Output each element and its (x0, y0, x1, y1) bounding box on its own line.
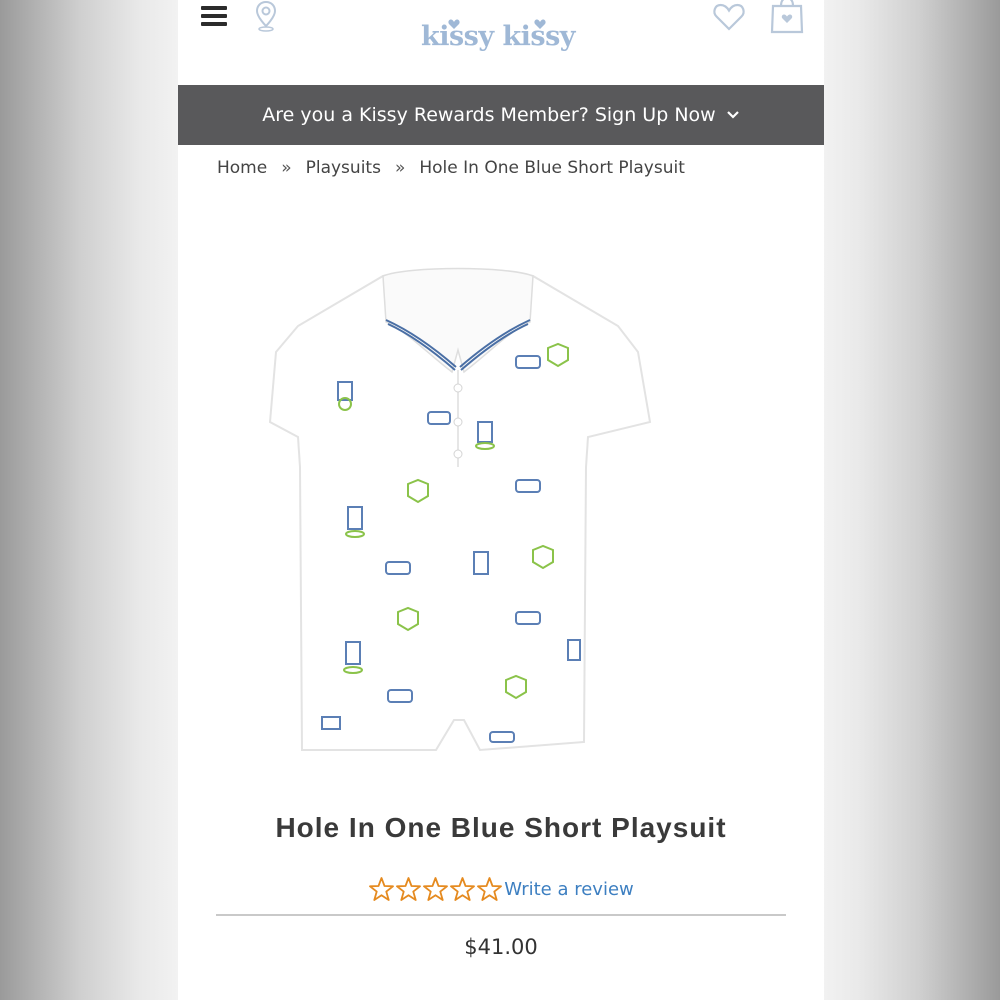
breadcrumb-current: Hole In One Blue Short Playsuit (419, 158, 685, 178)
chevron-down-icon (726, 111, 739, 119)
rating-row: Write a review (178, 876, 824, 902)
rewards-banner-text: Are you a Kissy Rewards Member? Sign Up … (262, 104, 716, 126)
product-title: Hole In One Blue Short Playsuit (275, 812, 727, 843)
star-outline-icon (450, 877, 476, 901)
mobile-page: kissy kissy Are you a Kissy Rewards Memb… (178, 0, 824, 1000)
star-outline-icon (396, 877, 422, 901)
product-price: $41.00 (464, 935, 538, 959)
breadcrumb-playsuits[interactable]: Playsuits (306, 158, 381, 178)
write-review-link[interactable]: Write a review (504, 879, 634, 900)
star-rating[interactable] (368, 876, 503, 902)
hamburger-menu-icon[interactable] (201, 4, 227, 28)
logo-heart-icon (534, 19, 546, 29)
divider (216, 914, 786, 916)
brand-logo[interactable]: kissy kissy (408, 12, 588, 62)
product-image[interactable] (258, 262, 658, 762)
rewards-signup-banner[interactable]: Are you a Kissy Rewards Member? Sign Up … (178, 85, 824, 145)
site-header: kissy kissy (178, 0, 824, 85)
logo-text: kissy kissy (420, 21, 576, 52)
breadcrumb-home[interactable]: Home (217, 158, 267, 178)
breadcrumb-separator: » (394, 158, 406, 178)
star-outline-icon (477, 877, 503, 901)
map-pin-icon[interactable] (254, 0, 278, 32)
star-outline-icon (369, 877, 395, 901)
shopping-bag-icon[interactable] (770, 0, 804, 34)
breadcrumb: Home » Playsuits » Hole In One Blue Shor… (217, 158, 685, 178)
breadcrumb-separator: » (281, 158, 292, 178)
star-outline-icon (423, 877, 449, 901)
logo-heart-icon (448, 19, 460, 29)
heart-icon[interactable] (712, 2, 746, 32)
